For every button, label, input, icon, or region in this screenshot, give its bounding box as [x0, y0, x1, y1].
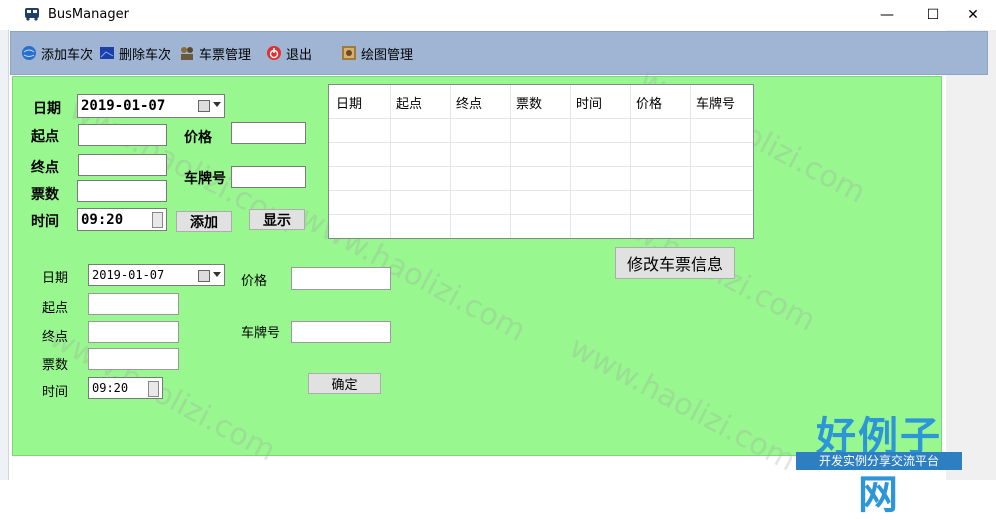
- edit-price-input[interactable]: [291, 267, 391, 290]
- close-button[interactable]: ✕: [950, 0, 996, 30]
- grid-divider: [329, 142, 753, 143]
- grid-divider: [329, 214, 753, 215]
- window-title: BusManager: [48, 7, 129, 22]
- add-start-input[interactable]: [78, 124, 167, 146]
- maximize-icon: ☐: [926, 7, 940, 23]
- edit-end-input[interactable]: [88, 321, 179, 343]
- add-plate-input[interactable]: [231, 166, 306, 188]
- grid-divider: [450, 85, 451, 238]
- grid-divider: [570, 85, 571, 238]
- edit-tickets-label: 票数: [42, 358, 69, 373]
- column-header-plate[interactable]: 车牌号: [696, 93, 735, 112]
- edit-plate-label: 车牌号: [241, 326, 281, 341]
- column-header-price[interactable]: 价格: [636, 93, 662, 112]
- grid-divider: [630, 85, 631, 238]
- add-time-label: 时间: [31, 214, 59, 230]
- brand-watermark: 好例子网 开发实例分享交流平台: [796, 404, 962, 518]
- edit-tickets-input[interactable]: [88, 348, 179, 370]
- edit-date-label: 日期: [42, 271, 69, 286]
- add-date-picker[interactable]: 2019-01-07: [77, 94, 225, 118]
- grid-divider: [510, 85, 511, 238]
- spinner-icon: [148, 381, 159, 397]
- grid-divider: [329, 118, 753, 119]
- add-plate-label: 车牌号: [184, 171, 226, 187]
- minimize-button[interactable]: —: [864, 0, 910, 30]
- calendar-icon: [198, 270, 210, 282]
- edit-date-picker[interactable]: 2019-01-07: [88, 264, 225, 286]
- grid-divider: [329, 190, 753, 191]
- bus-icon: [25, 8, 39, 21]
- column-header-time[interactable]: 时间: [576, 93, 602, 112]
- add-time-value: 09:20: [81, 211, 124, 228]
- delete-trip-label: 删除车次: [119, 47, 172, 63]
- add-button[interactable]: 添加: [176, 211, 232, 232]
- add-time-picker[interactable]: 09:20: [77, 208, 167, 231]
- confirm-button[interactable]: 确定: [308, 373, 381, 394]
- column-header-date[interactable]: 日期: [336, 93, 362, 112]
- toolbar: 添加车次 删除车次 车票管理 退出 绘图管理: [10, 31, 988, 75]
- edit-start-input[interactable]: [88, 293, 179, 315]
- edit-price-label: 价格: [241, 274, 268, 289]
- show-button[interactable]: 显示: [249, 209, 305, 230]
- add-trip-label: 添加车次: [41, 47, 94, 63]
- add-trip-button[interactable]: 添加车次: [21, 44, 94, 63]
- chevron-down-icon: [213, 102, 221, 107]
- picture-icon: [342, 46, 356, 60]
- drawing-manage-button[interactable]: 绘图管理: [341, 44, 414, 63]
- drawing-manage-label: 绘图管理: [361, 47, 414, 63]
- ticket-manage-label: 车票管理: [199, 47, 252, 63]
- column-header-start[interactable]: 起点: [396, 93, 422, 112]
- edit-time-value: 09:20: [92, 381, 129, 395]
- image-icon: [100, 47, 114, 59]
- ticket-table[interactable]: 日期 起点 终点 票数 时间 价格 车牌号: [328, 84, 754, 239]
- ticket-manage-button[interactable]: 车票管理: [179, 44, 252, 63]
- minimize-icon: —: [880, 7, 894, 23]
- add-price-label: 价格: [184, 130, 212, 146]
- add-end-input[interactable]: [78, 154, 167, 176]
- globe-icon: [22, 46, 36, 60]
- background-window-edge: [0, 30, 9, 480]
- grid-divider: [329, 166, 753, 167]
- exit-button[interactable]: 退出: [266, 44, 313, 63]
- edit-time-label: 时间: [42, 385, 69, 400]
- add-date-value: 2019-01-07: [81, 98, 166, 114]
- add-start-label: 起点: [31, 129, 59, 145]
- calendar-icon: [198, 100, 210, 112]
- add-date-label: 日期: [33, 101, 61, 117]
- column-header-end[interactable]: 终点: [456, 93, 482, 112]
- modify-ticket-button[interactable]: 修改车票信息: [615, 247, 735, 279]
- brand-tagline: 开发实例分享交流平台: [796, 452, 962, 470]
- edit-end-label: 终点: [42, 330, 69, 345]
- edit-start-label: 起点: [42, 301, 69, 316]
- exit-label: 退出: [286, 47, 313, 63]
- title-bar[interactable]: BusManager — ☐ ✕: [8, 0, 996, 30]
- grid-divider: [690, 85, 691, 238]
- edit-date-value: 2019-01-07: [92, 268, 165, 282]
- edit-plate-input[interactable]: [291, 321, 391, 343]
- add-price-input[interactable]: [231, 122, 306, 144]
- chevron-down-icon: [213, 272, 221, 277]
- add-end-label: 终点: [31, 160, 59, 176]
- edit-time-picker[interactable]: 09:20: [88, 377, 163, 399]
- power-icon: [267, 46, 281, 60]
- grid-divider: [390, 85, 391, 238]
- add-tickets-label: 票数: [31, 187, 59, 203]
- spinner-icon: [152, 212, 163, 228]
- column-header-tickets[interactable]: 票数: [516, 93, 542, 112]
- people-icon: [181, 47, 193, 60]
- add-tickets-input[interactable]: [77, 180, 167, 202]
- close-icon: ✕: [967, 7, 979, 23]
- delete-trip-button[interactable]: 删除车次: [99, 44, 172, 63]
